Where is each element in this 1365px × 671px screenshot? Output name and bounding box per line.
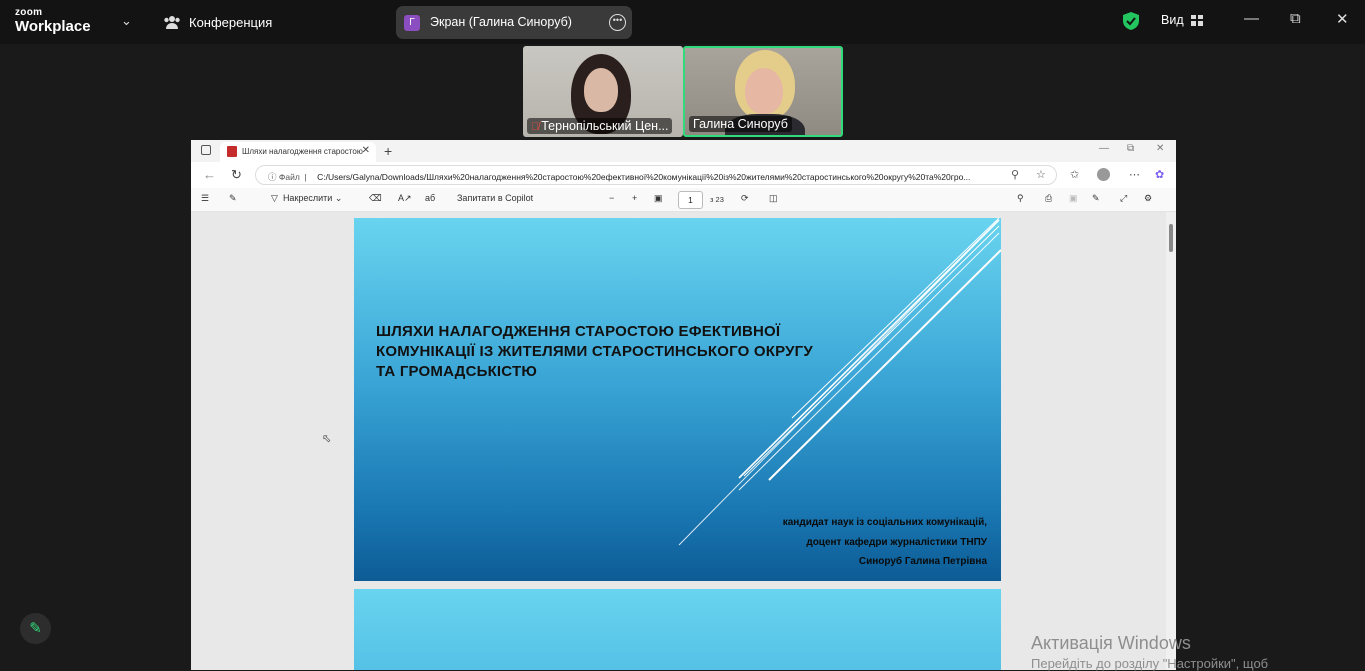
highlight-icon[interactable]: ✎ <box>229 193 237 204</box>
slide-title-line: КОМУНІКАЦІЇ ІЗ ЖИТЕЛЯМИ СТАРОСТИНСЬКОГО … <box>376 343 813 360</box>
shared-browser-window: Шляхи налагодження старостою ✕ + — ⧉ ✕ ←… <box>191 140 1176 670</box>
security-shield-icon[interactable] <box>1122 11 1140 31</box>
screen-share-pill[interactable]: Г Экран (Галина Синоруб) ••• <box>396 6 632 39</box>
restore-icon[interactable]: ⧉ <box>1290 10 1301 27</box>
slide-title: ШЛЯХИ НАЛАГОДЖЕННЯ СТАРОСТОЮ ЕФЕКТИВНОЇ … <box>376 322 856 382</box>
back-icon[interactable]: ← <box>203 167 216 182</box>
profile-avatar[interactable] <box>1097 168 1110 181</box>
draw-label: Накреслити <box>282 193 333 203</box>
windows-activation-title: Активація Windows <box>1031 633 1191 653</box>
participants-icon <box>164 16 180 29</box>
screen-share-label: Экран (Галина Синоруб) <box>430 15 572 29</box>
sharer-avatar: Г <box>404 15 420 31</box>
favorite-star-icon[interactable]: ☆ <box>1036 168 1046 181</box>
address-bar-row: ← ↻ ⓘ Файл | C:/Users/Galyna/Downloads/Ш… <box>191 162 1176 188</box>
meeting-menu-label: Конференция <box>189 14 273 30</box>
browser-minimize-icon[interactable]: — <box>1099 143 1109 154</box>
address-text: C:/Users/Galyna/Downloads/Шляхи%20налаго… <box>317 172 971 182</box>
view-button[interactable]: Вид <box>1161 13 1203 27</box>
refresh-icon[interactable]: ↻ <box>231 167 242 183</box>
windows-activation-hint: Перейдіть до розділу "Настройки", щоб <box>1031 656 1269 671</box>
draw-button[interactable]: ▽ Накреслити ⌄ <box>271 193 342 204</box>
file-scheme-label: ⓘ Файл | <box>268 172 307 182</box>
contents-icon[interactable]: ☰ <box>201 193 209 204</box>
participant-face <box>745 68 783 114</box>
scrollbar-thumb[interactable] <box>1169 224 1173 252</box>
browser-restore-icon[interactable]: ⧉ <box>1127 143 1134 154</box>
settings-gear-icon[interactable]: ⚙ <box>1144 193 1152 204</box>
zoom-top-bar: zoom Workplace ⌄ Конференция Г Экран (Га… <box>0 0 1365 44</box>
rotate-icon[interactable]: ⟳ <box>741 193 749 204</box>
author-position: доцент кафедри журналістики ТНПУ <box>806 537 987 548</box>
save-as-icon[interactable]: ✎ <box>1092 193 1100 204</box>
slide-page-2 <box>354 589 1001 670</box>
grid-view-icon <box>1190 14 1203 26</box>
chevron-down-icon[interactable]: ⌄ <box>121 13 132 29</box>
slide-title-line: ШЛЯХИ НАЛАГОДЖЕННЯ СТАРОСТОЮ ЕФЕКТИВНОЇ <box>376 323 781 340</box>
ask-copilot-button[interactable]: Запитати в Copilot <box>457 193 533 203</box>
favorites-icon[interactable]: ✩ <box>1070 168 1079 181</box>
slide-page-1: ШЛЯХИ НАЛАГОДЖЕННЯ СТАРОСТОЮ ЕФЕКТИВНОЇ … <box>354 218 1001 581</box>
logo-top-text: zoom <box>15 7 43 18</box>
tab-title: Шляхи налагодження старостою <box>242 147 363 156</box>
tab-strip: Шляхи налагодження старостою ✕ + — ⧉ ✕ <box>191 140 1176 162</box>
minimize-icon[interactable]: — <box>1244 10 1259 27</box>
read-aloud-icon[interactable]: A↗ <box>398 193 412 204</box>
pdf-toolbar: ☰ ✎ ▽ Накреслити ⌄ ⌫ A↗ аб Запитати в Co… <box>191 188 1176 212</box>
search-icon[interactable]: ⚲ <box>1017 193 1024 204</box>
participant-name-label: Галина Синоруб <box>689 116 792 132</box>
muted-mic-icon: 🎙̸ <box>531 121 540 133</box>
more-options-icon[interactable]: ••• <box>609 14 626 31</box>
mouse-cursor-icon: ⬁ <box>322 433 332 445</box>
author-degree: кандидат наук із соціальних комунікацій, <box>782 517 987 528</box>
address-bar[interactable]: ⓘ Файл | C:/Users/Galyna/Downloads/Шляхи… <box>255 165 1057 185</box>
pdf-scrollbar[interactable] <box>1166 212 1176 670</box>
meeting-menu-button[interactable]: Конференция <box>163 14 272 30</box>
zoom-workplace-logo[interactable]: zoom Workplace <box>15 7 91 35</box>
zoom-out-icon[interactable]: − <box>609 193 614 203</box>
view-label: Вид <box>1161 13 1184 27</box>
close-icon[interactable]: ✕ <box>1336 10 1349 28</box>
tab-actions-icon[interactable] <box>201 145 211 155</box>
fit-page-icon[interactable]: ▣ <box>654 193 663 204</box>
page-view-icon[interactable]: ◫ <box>769 193 778 204</box>
print-icon[interactable]: ⎙ <box>1045 193 1052 204</box>
annotate-pencil-icon[interactable]: ✎ <box>20 613 51 644</box>
participant-face <box>584 68 618 112</box>
browser-menu-icon[interactable]: ⋯ <box>1129 168 1140 181</box>
zoom-in-icon[interactable]: + <box>632 193 637 203</box>
browser-close-icon[interactable]: ✕ <box>1156 143 1164 154</box>
copilot-icon[interactable]: ✿ <box>1155 168 1164 181</box>
pdf-viewer[interactable]: ШЛЯХИ НАЛАГОДЖЕННЯ СТАРОСТОЮ ЕФЕКТИВНОЇ … <box>191 212 1176 670</box>
logo-bottom-text: Workplace <box>15 18 91 35</box>
participant-name-label: 🎙̸ Тернопільський Цен... <box>527 118 673 134</box>
browser-tab-pdf[interactable]: Шляхи налагодження старостою ✕ <box>220 142 376 162</box>
eraser-icon[interactable]: ⌫ <box>369 193 382 204</box>
new-tab-icon[interactable]: + <box>384 143 392 159</box>
translate-icon[interactable]: аб <box>425 193 435 203</box>
participant-video-1[interactable]: 🎙̸ Тернопільський Цен... <box>523 46 683 137</box>
slide-title-line: ТА ГРОМАДСЬКІСТЮ <box>376 363 537 380</box>
close-tab-icon[interactable]: ✕ <box>362 145 370 156</box>
pdf-icon <box>227 146 237 157</box>
participant-video-2[interactable]: Галина Синоруб <box>683 46 843 137</box>
fullscreen-icon[interactable]: ⤢ <box>1120 193 1127 204</box>
page-number-input[interactable]: 1 <box>678 191 703 209</box>
save-icon[interactable]: ▣ <box>1069 193 1078 204</box>
zoom-page-icon[interactable]: ⚲ <box>1011 168 1019 181</box>
page-total: з 23 <box>710 195 724 204</box>
author-name: Синоруб Галина Петрівна <box>858 556 987 567</box>
